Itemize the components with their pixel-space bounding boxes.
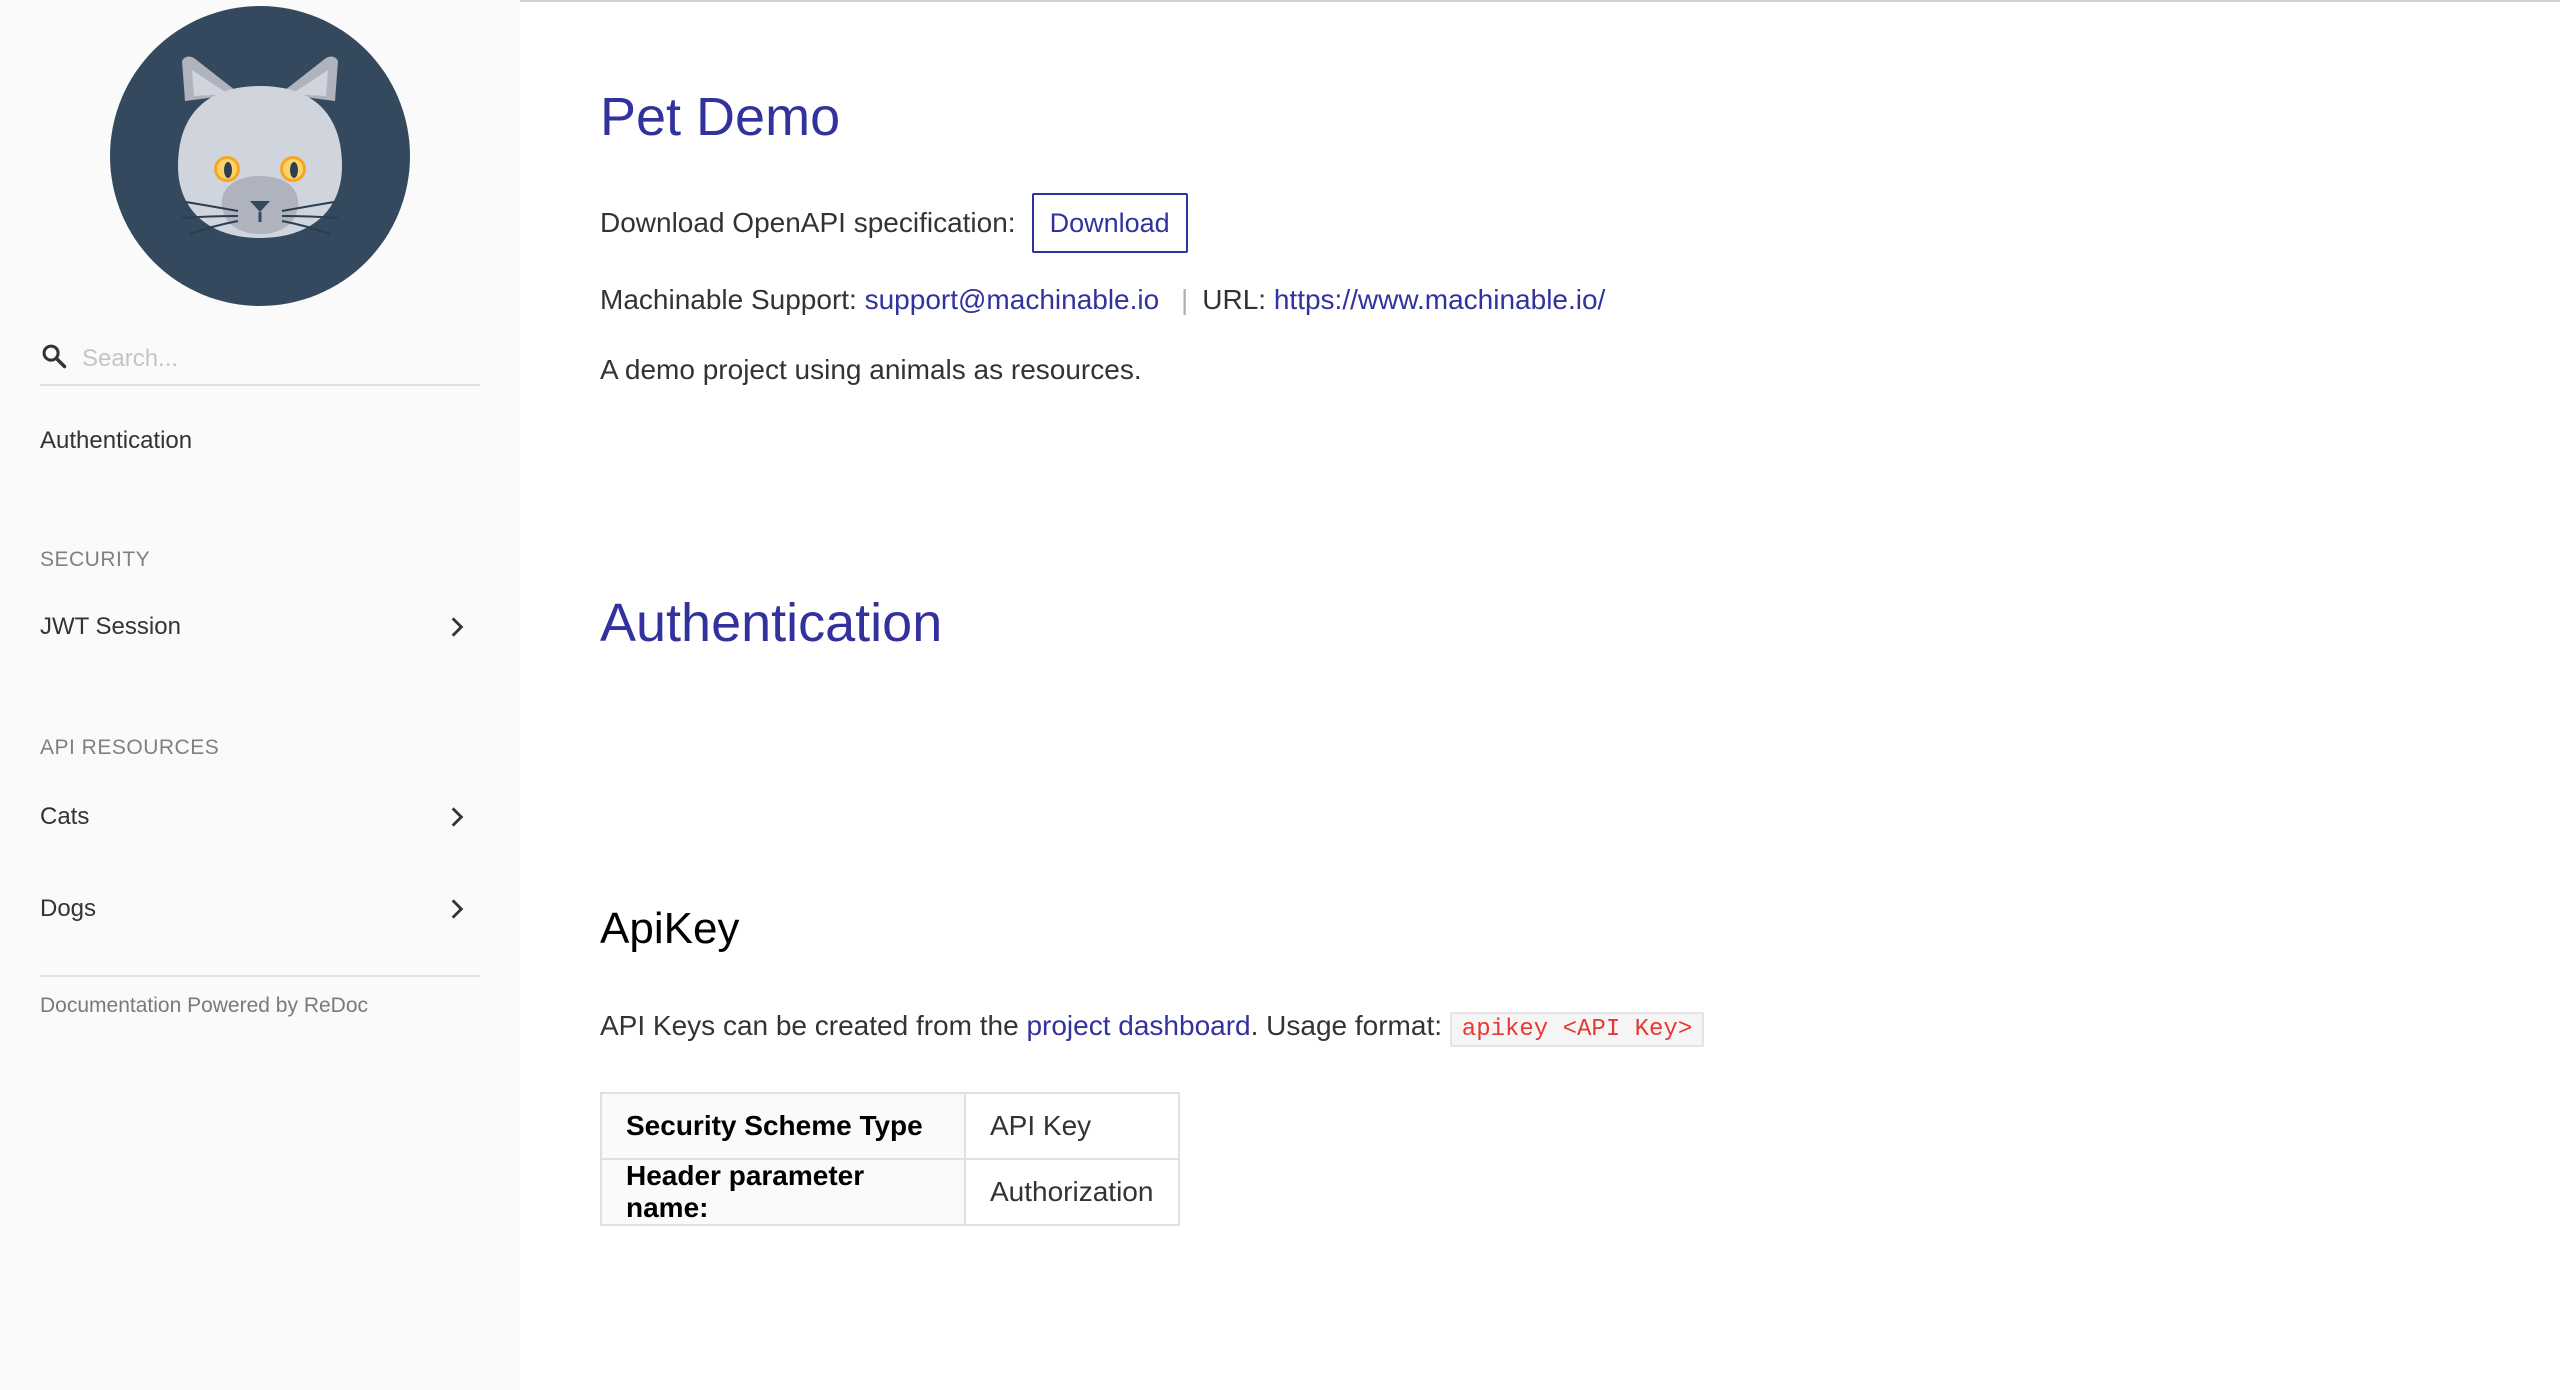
download-button[interactable]: Download — [1031, 193, 1188, 253]
search-box — [40, 336, 480, 386]
contact-info: Machinable Support: support@machinable.i… — [600, 284, 1605, 316]
website-link[interactable]: https://www.machinable.io/ — [1274, 284, 1606, 315]
sidebar: Authentication SECURITY JWT Session API … — [0, 0, 520, 1390]
sidebar-divider — [40, 975, 480, 977]
search-input[interactable] — [80, 338, 474, 380]
table-row: Header parameter name: Authorization — [600, 1158, 1180, 1226]
page-title: Pet Demo — [600, 87, 841, 147]
table-value-cell: Authorization — [964, 1158, 1180, 1226]
download-row: Download OpenAPI specification: Download — [600, 192, 1188, 254]
sidebar-item-label: Dogs — [40, 895, 97, 922]
apikey-description: API Keys can be created from the project… — [600, 1010, 1705, 1047]
security-scheme-table: Security Scheme Type API Key Header para… — [600, 1092, 1180, 1226]
sidebar-item-label: JWT Session — [40, 613, 181, 640]
section-title-api-resources: API RESOURCES — [40, 736, 220, 759]
sidebar-item-label: Authentication — [40, 427, 193, 454]
chevron-right-icon — [451, 899, 464, 919]
sidebar-item-dogs[interactable]: Dogs — [40, 884, 480, 934]
search-icon — [42, 344, 67, 369]
sidebar-item-jwt-session[interactable]: JWT Session — [40, 602, 480, 652]
table-key-cell: Header parameter name: — [600, 1158, 966, 1226]
table-value-cell: API Key — [964, 1092, 1180, 1160]
authentication-heading: Authentication — [600, 593, 943, 653]
project-dashboard-link[interactable]: project dashboard — [1026, 1010, 1250, 1041]
usage-format-code: apikey <API Key> — [1449, 1012, 1705, 1047]
api-description: A demo project using animals as resource… — [600, 354, 1142, 385]
support-label: Machinable Support: — [600, 284, 857, 315]
section-title-security: SECURITY — [40, 548, 151, 571]
apikey-text-before: API Keys can be created from the — [600, 1010, 1019, 1041]
contact-separator: | — [1180, 284, 1189, 315]
download-label: Download OpenAPI specification: — [600, 207, 1016, 238]
main-content: Pet Demo Download OpenAPI specification:… — [520, 0, 2560, 1390]
sidebar-item-authentication[interactable]: Authentication — [40, 416, 480, 466]
chevron-right-icon — [451, 807, 464, 827]
sidebar-item-label: Cats — [40, 803, 90, 830]
url-label: URL: — [1202, 284, 1267, 315]
table-key-cell: Security Scheme Type — [600, 1092, 966, 1160]
support-email-link[interactable]: support@machinable.io — [865, 284, 1160, 315]
apikey-text-after: . Usage format: — [1250, 1010, 1443, 1041]
apikey-heading: ApiKey — [600, 904, 740, 953]
chevron-right-icon — [451, 617, 464, 637]
table-row: Security Scheme Type API Key — [600, 1092, 1180, 1160]
sidebar-item-cats[interactable]: Cats — [40, 792, 480, 842]
cat-avatar-icon[interactable] — [110, 6, 410, 306]
powered-by-link[interactable]: Documentation Powered by ReDoc — [40, 994, 368, 1018]
